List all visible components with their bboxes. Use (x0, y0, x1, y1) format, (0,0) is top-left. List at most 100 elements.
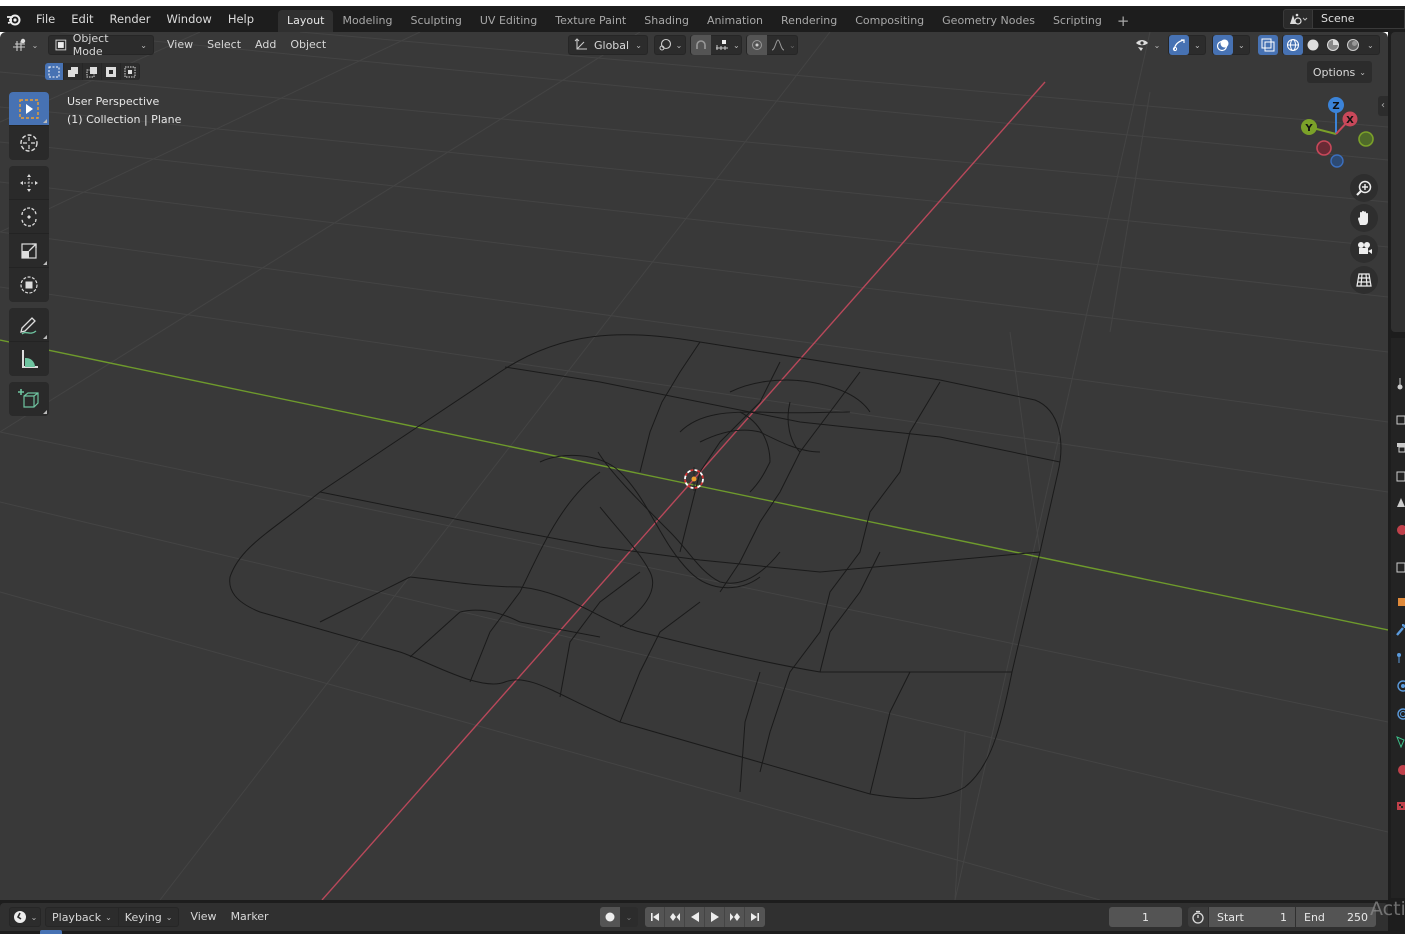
tool-rotate[interactable] (9, 200, 49, 234)
transform-orientation-selector[interactable]: Global ⌄ (568, 35, 648, 55)
jump-to-next-keyframe-button[interactable] (725, 907, 745, 927)
tab-texture-paint[interactable]: Texture Paint (546, 10, 635, 32)
tab-compositing[interactable]: Compositing (846, 10, 933, 32)
select-mode-subtract[interactable] (83, 63, 102, 80)
gizmo-x[interactable]: X (1342, 111, 1358, 127)
play-button[interactable] (705, 907, 725, 927)
auto-keying-options[interactable]: ⌄ (620, 907, 638, 927)
3d-viewport[interactable]: ⌄ Object Mode ⌄ View Select Add Object G… (0, 32, 1388, 900)
overlays-toggle[interactable] (1213, 35, 1233, 55)
shading-material-button[interactable] (1323, 35, 1343, 55)
playback-menu[interactable]: Playback ⌄ (45, 907, 119, 927)
object-tab-icon[interactable] (1396, 596, 1405, 608)
particles-tab-icon[interactable] (1396, 652, 1405, 664)
jump-to-start-button[interactable] (645, 907, 665, 927)
tool-transform[interactable] (9, 268, 49, 302)
auto-keying-toggle[interactable] (600, 907, 620, 927)
menu-object[interactable]: Object (283, 35, 333, 55)
menu-view[interactable]: View (160, 35, 200, 55)
shading-wireframe-button[interactable] (1283, 35, 1303, 55)
proportional-edit-toggle[interactable] (747, 35, 767, 55)
menu-marker[interactable]: Marker (224, 907, 276, 927)
chevron-down-icon[interactable]: ⌄ (1194, 41, 1201, 50)
modifier-wrench-icon[interactable] (1396, 624, 1405, 636)
select-mode-difference[interactable] (102, 63, 121, 80)
3d-cursor[interactable] (684, 467, 704, 491)
end-frame-field[interactable]: End 250 (1296, 907, 1376, 927)
constraints-tab-icon[interactable] (1396, 708, 1405, 720)
camera-view-button[interactable] (1350, 235, 1378, 263)
falloff-selector[interactable]: ⌄ (767, 39, 796, 51)
gizmo-z[interactable]: Z (1328, 97, 1344, 113)
gizmo-neg-x[interactable] (1316, 140, 1332, 156)
visibility-selector[interactable]: ⌄ (1130, 35, 1164, 55)
play-reverse-button[interactable] (685, 907, 705, 927)
menu-file[interactable]: File (28, 6, 63, 32)
sidebar-toggle-button[interactable]: ‹ (1378, 96, 1388, 116)
scene-name-field[interactable]: Scene (1313, 9, 1405, 29)
menu-select[interactable]: Select (200, 35, 248, 55)
world-tab-icon[interactable] (1396, 524, 1405, 536)
xray-toggle[interactable] (1258, 35, 1278, 55)
tool-add-cube[interactable] (9, 382, 49, 416)
tab-animation[interactable]: Animation (698, 10, 772, 32)
tool-move[interactable] (9, 166, 49, 200)
tool-cursor[interactable] (9, 126, 49, 160)
tab-layout[interactable]: Layout (278, 10, 334, 32)
menu-add[interactable]: Add (248, 35, 283, 55)
gizmo-y[interactable]: Y (1301, 119, 1317, 135)
scene-tab-icon[interactable] (1396, 496, 1405, 508)
viewport-scene[interactable] (0, 32, 1388, 900)
options-dropdown[interactable]: Options ⌄ (1306, 61, 1372, 83)
tab-scripting[interactable]: Scripting (1044, 10, 1111, 32)
menu-edit[interactable]: Edit (63, 6, 101, 32)
mode-selector[interactable]: Object Mode ⌄ (48, 32, 154, 58)
timeline-editor-type-button[interactable]: ⌄ (9, 907, 41, 927)
select-mode-new[interactable] (45, 63, 64, 80)
tab-sculpting[interactable]: Sculpting (402, 10, 471, 32)
snap-target-selector[interactable]: ⌄ (711, 39, 740, 51)
tab-geometry-nodes[interactable]: Geometry Nodes (933, 10, 1044, 32)
pivot-point-selector[interactable]: ⌄ (654, 35, 686, 55)
gizmo-toggle[interactable] (1169, 35, 1189, 55)
orthographic-toggle-button[interactable] (1350, 266, 1378, 294)
gizmo-neg-z[interactable] (1330, 154, 1344, 168)
menu-render[interactable]: Render (102, 6, 159, 32)
tool-annotate[interactable] (9, 308, 49, 342)
start-frame-field[interactable]: Start 1 (1209, 907, 1295, 927)
tab-shading[interactable]: Shading (635, 10, 698, 32)
pan-view-button[interactable] (1350, 204, 1378, 232)
select-mode-intersect[interactable] (121, 63, 140, 80)
add-workspace-button[interactable]: + (1111, 10, 1136, 32)
editor-type-button[interactable]: ⌄ (10, 35, 40, 55)
snap-toggle[interactable] (691, 35, 711, 55)
tab-uv-editing[interactable]: UV Editing (471, 10, 546, 32)
navigation-gizmo[interactable]: Z X Y (1296, 94, 1380, 174)
tool-tab-icon[interactable] (1396, 378, 1405, 390)
texture-tab-icon[interactable] (1396, 800, 1405, 812)
shading-solid-button[interactable] (1303, 35, 1323, 55)
menu-timeline-view[interactable]: View (183, 907, 223, 927)
chevron-down-icon[interactable]: ⌄ (1367, 41, 1374, 50)
tab-modeling[interactable]: Modeling (333, 10, 401, 32)
keying-menu[interactable]: Keying ⌄ (118, 907, 180, 927)
render-tab-icon[interactable] (1396, 413, 1405, 425)
select-mode-extend[interactable] (64, 63, 83, 80)
jump-to-previous-keyframe-button[interactable] (665, 907, 685, 927)
blender-logo-icon[interactable] (0, 6, 28, 32)
data-tab-icon[interactable] (1396, 736, 1405, 748)
tool-select-box[interactable] (9, 92, 49, 126)
jump-to-end-button[interactable] (745, 907, 765, 927)
tool-measure[interactable] (9, 342, 49, 376)
collection-tab-icon[interactable] (1396, 561, 1405, 573)
zoom-view-button[interactable] (1350, 174, 1378, 202)
view-layer-tab-icon[interactable] (1396, 470, 1405, 482)
output-tab-icon[interactable] (1396, 441, 1405, 453)
gizmo-neg-y[interactable] (1358, 131, 1374, 147)
material-tab-icon[interactable] (1396, 764, 1405, 776)
menu-help[interactable]: Help (220, 6, 262, 32)
current-frame-field[interactable]: 1 (1109, 907, 1182, 927)
menu-window[interactable]: Window (158, 6, 219, 32)
physics-tab-icon[interactable] (1396, 680, 1405, 692)
use-preview-range-toggle[interactable] (1188, 907, 1208, 927)
